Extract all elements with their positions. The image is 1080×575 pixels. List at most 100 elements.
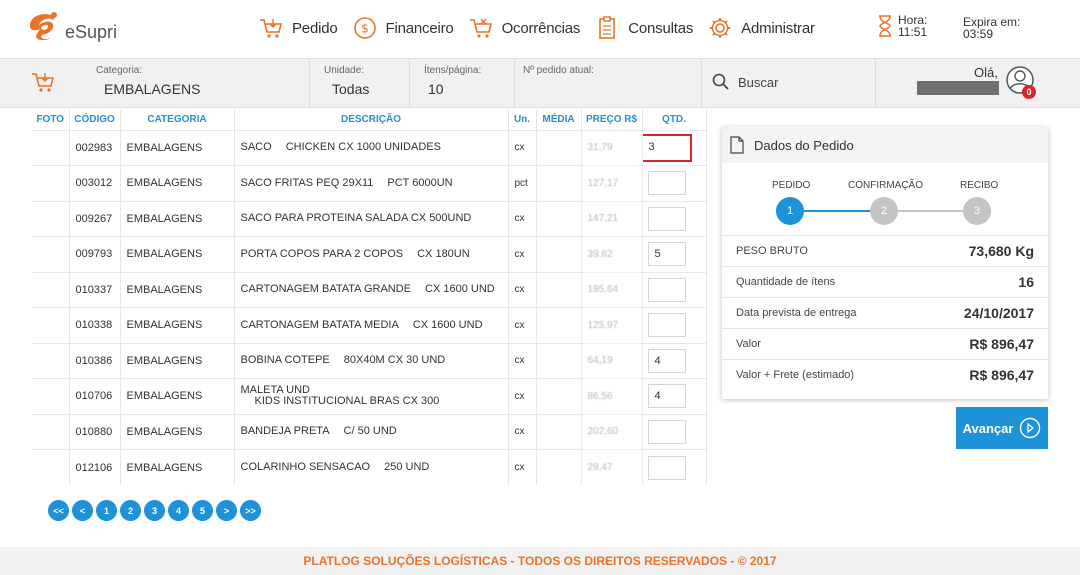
page-first-button[interactable]: << — [48, 500, 69, 521]
itens-pagina-label: Ítens/página: — [424, 65, 482, 76]
quantidade-itens-value: 16 — [1018, 274, 1034, 290]
qtd-cell — [642, 165, 707, 201]
page-2-button[interactable]: 2 — [120, 500, 141, 521]
codigo-cell: 009793 — [69, 236, 121, 272]
nav-financeiro[interactable]: $ Financeiro — [352, 15, 454, 41]
cart-x-icon — [468, 15, 494, 41]
table-row[interactable]: 012106 EMBALAGENS COLARINHO SENSACAO 250 UN… — [32, 449, 707, 485]
col-codigo[interactable]: CÓDIGO — [69, 110, 121, 130]
pagination: << < 1 2 3 4 5 > >> — [48, 500, 264, 521]
col-media[interactable]: MÉDIA — [536, 110, 582, 130]
notification-badge[interactable]: 0 — [1022, 85, 1036, 99]
table-row[interactable]: 010706 EMBALAGENS MALETA UNDKIDS INSTITUCI… — [32, 378, 707, 414]
valor-value: R$ 896,47 — [969, 336, 1034, 352]
qtd-input[interactable] — [647, 171, 686, 196]
descricao-text-a: SACO FRITAS PEQ 29X11 — [240, 176, 374, 189]
descricao-cell: PORTA COPOS PARA 2 COPOS CX 180UN — [234, 236, 509, 272]
qtd-cell: 4 — [642, 378, 707, 414]
preco-cell: 202,60 — [581, 413, 643, 450]
session-expiry: Expira em: 03:59 — [963, 16, 1020, 40]
table-row[interactable]: 010337 EMBALAGENS CARTONAGEM BATATA GRANDE… — [32, 271, 707, 308]
qtd-input[interactable]: 5 — [647, 242, 686, 267]
table-row[interactable]: 009267 EMBALAGENS SACO PARA PROTEINA SALAD… — [32, 200, 707, 237]
avancar-button[interactable]: Avançar — [956, 407, 1048, 449]
page-next-button[interactable]: > — [216, 500, 237, 521]
col-preco[interactable]: PREÇO R$ — [581, 110, 643, 130]
codigo-cell: 009267 — [69, 200, 121, 237]
categoria-cell: EMBALAGENS — [120, 236, 235, 272]
qtd-cell: 5 — [642, 236, 707, 272]
descricao-text-a: SACO — [240, 141, 272, 154]
categoria-cell: EMBALAGENS — [120, 378, 235, 414]
qtd-input[interactable]: 4 — [647, 348, 686, 373]
cart-icon — [32, 73, 55, 92]
search-button[interactable]: Buscar — [712, 73, 778, 91]
preco-cell: 147,21 — [581, 200, 643, 237]
media-cell — [536, 271, 582, 308]
user-avatar[interactable]: 0 — [1004, 65, 1036, 99]
descricao-text-a: COLARINHO SENSACAO — [240, 461, 371, 473]
table-row[interactable]: 003012 EMBALAGENS SACO FRITAS PEQ 29X11 PCT… — [32, 165, 707, 201]
qtd-input[interactable] — [647, 313, 686, 338]
qtd-cell: 3 — [642, 129, 707, 166]
col-descricao[interactable]: DESCRIÇÃO — [234, 110, 509, 130]
qtd-input[interactable] — [647, 206, 686, 231]
user-name-redacted — [917, 81, 999, 95]
table-row[interactable]: 002983 EMBALAGENS SACO CHICKEN CX 1000 UNID… — [32, 129, 707, 166]
col-un[interactable]: Un. — [508, 110, 537, 130]
unidade-label: Unidade: — [324, 65, 365, 76]
col-qtd[interactable]: QTD. — [642, 110, 707, 130]
table-row[interactable]: 009793 EMBALAGENS PORTA COPOS PARA 2 COPOS… — [32, 236, 707, 272]
col-categoria[interactable]: CATEGORIA — [120, 110, 235, 130]
filter-categoria[interactable]: Categoria: EMBALAGENS — [0, 59, 310, 107]
categoria-cell: EMBALAGENS — [120, 342, 235, 379]
preco-cell: 127,17 — [581, 165, 643, 201]
page-4-button[interactable]: 4 — [168, 500, 189, 521]
page-prev-button[interactable]: < — [72, 500, 93, 521]
descricao-text-a: PORTA COPOS PARA 2 COPOS — [240, 247, 404, 260]
un-cell: cx — [508, 307, 537, 343]
step-recibo-dot: 3 — [963, 197, 991, 225]
filter-itens-pagina[interactable]: Ítens/página: 10 — [410, 59, 515, 107]
nav-administrar[interactable]: Administrar — [707, 15, 815, 41]
order-steps: PEDIDO CONFIRMAÇÃO RECIBO 1 2 3 — [722, 177, 1048, 227]
page-1-button[interactable]: 1 — [96, 500, 117, 521]
page-last-button[interactable]: >> — [240, 500, 261, 521]
filter-unidade[interactable]: Unidade: Todas — [310, 59, 410, 107]
foto-cell — [32, 449, 70, 485]
nav-ocorrencias[interactable]: Ocorrências — [468, 15, 580, 41]
foto-cell — [32, 165, 70, 201]
codigo-cell: 003012 — [69, 165, 121, 201]
descricao-text-a: SACO PARA PROTEINA SALADA CX 500UND — [240, 212, 472, 225]
quantidade-itens-row: Quantidade de ítens 16 — [722, 266, 1048, 297]
descricao-text-b: PCT 6000UN — [387, 176, 453, 189]
table-row[interactable]: 010880 EMBALAGENS BANDEJA PRETA C/ 50 UND cx… — [32, 413, 707, 450]
page-3-button[interactable]: 3 — [144, 500, 165, 521]
table-row[interactable]: 010386 EMBALAGENS BOBINA COTEPE 80X40M CX 3… — [32, 342, 707, 379]
descricao-cell: SACO CHICKEN CX 1000 UNIDADES — [234, 129, 509, 166]
search-area[interactable]: Buscar — [702, 59, 876, 107]
qtd-input[interactable] — [647, 277, 686, 302]
qtd-input[interactable] — [647, 419, 686, 444]
step-pedido-dot[interactable]: 1 — [776, 197, 804, 225]
descricao-cell: COLARINHO SENSACAO 250 UND — [234, 449, 509, 485]
preco-cell: 31,79 — [581, 129, 643, 166]
media-cell — [536, 236, 582, 272]
nav-pedido[interactable]: Pedido — [258, 15, 338, 41]
clipboard-icon — [594, 15, 620, 41]
page-5-button[interactable]: 5 — [192, 500, 213, 521]
qtd-input[interactable]: 3 — [642, 133, 692, 162]
footer: PLATLOG SOLUÇÕES LOGÍSTICAS - TODOS OS D… — [0, 547, 1080, 575]
brand-logo[interactable]: eSupri — [24, 10, 117, 44]
qtd-input[interactable]: 4 — [647, 384, 686, 409]
codigo-cell: 010880 — [69, 413, 121, 450]
panel-title: Dados do Pedido — [754, 137, 854, 153]
descricao-text-a: BOBINA COTEPE — [240, 354, 330, 367]
nav-pedido-label: Pedido — [292, 19, 338, 37]
nav-consultas[interactable]: Consultas — [594, 15, 693, 41]
col-foto[interactable]: FOTO — [32, 110, 70, 130]
pedido-atual-label: Nº pedido atual: — [523, 65, 594, 76]
table-row[interactable]: 010338 EMBALAGENS CARTONAGEM BATATA MEDIA C… — [32, 307, 707, 343]
qtd-input[interactable] — [647, 455, 686, 480]
preco-cell: 29,47 — [581, 449, 643, 485]
